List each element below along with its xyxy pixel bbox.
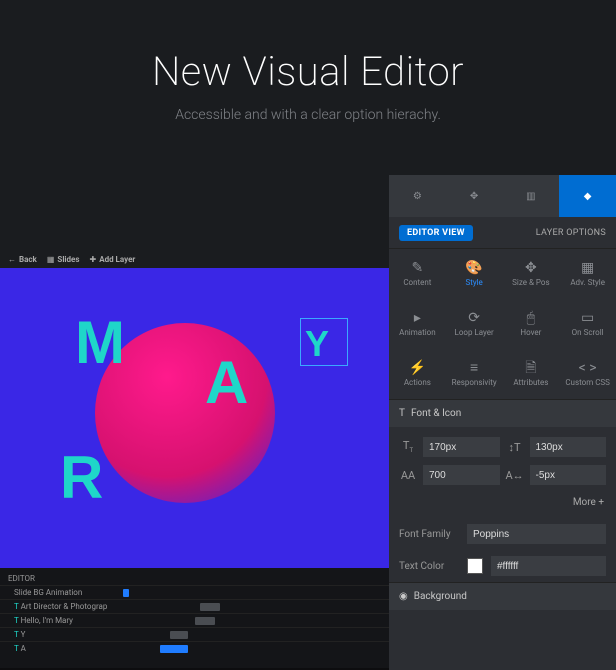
font-family-label: Font Family [399, 529, 459, 540]
hover-icon: 🖱 [527, 311, 535, 325]
font-section-header[interactable]: T Font & Icon [389, 399, 616, 427]
timeline-row-label[interactable]: T Art Director & Photograp [0, 602, 120, 611]
font-weight-icon: AA [399, 469, 417, 482]
layer-letter-m[interactable]: M [75, 308, 125, 377]
font-family-select[interactable]: Poppins [467, 524, 606, 544]
layers-icon: ◆ [584, 191, 592, 202]
tab-navigation[interactable]: ▥ [503, 175, 560, 217]
editor-preview: ← Back ▦ Slides ✚ Add Layer M A R Y EDIT… [0, 250, 395, 670]
tab-modules[interactable]: ✥ [446, 175, 503, 217]
timeline-row-label[interactable]: T Hello, I'm Mary [0, 616, 120, 625]
line-height-input[interactable] [530, 437, 607, 457]
timeline-row-label[interactable]: Slide BG Animation [0, 588, 120, 597]
adv-style-icon: ▦ [581, 261, 594, 275]
letter-spacing-input[interactable] [530, 465, 607, 485]
option-size-pos[interactable]: ✥ Size & Pos [503, 249, 560, 299]
option-loop-layer[interactable]: ⟳ Loop Layer [446, 299, 503, 349]
text-color-input[interactable] [491, 556, 606, 576]
add-layer-button[interactable]: ✚ Add Layer [89, 255, 135, 264]
canvas[interactable]: M A R Y [0, 268, 395, 568]
option-label: On Scroll [572, 328, 604, 337]
option-label: Content [403, 278, 431, 287]
timeline[interactable]: EDITOR Slide BG Animation T Art Director… [0, 568, 395, 668]
option-animation[interactable]: ▸ Animation [389, 299, 446, 349]
columns-icon: ▥ [526, 191, 535, 202]
option-responsivity[interactable]: ≡ Responsivity [446, 349, 503, 399]
option-on-scroll[interactable]: ▭ On Scroll [559, 299, 616, 349]
option-label: Loop Layer [455, 328, 494, 337]
option-grid: ✎ Content 🎨 Style ✥ Size & Pos ▦ Adv. Style ▸ Ani… [389, 249, 616, 399]
option-hover[interactable]: 🖱 Hover [503, 299, 560, 349]
option-label: Custom CSS [565, 378, 610, 387]
attributes-icon: 🗎 [525, 361, 536, 375]
layer-letter-a[interactable]: A [205, 348, 248, 417]
font-size-icon: TT [399, 439, 417, 454]
background-icon: ◉ [399, 591, 408, 602]
tab-settings[interactable]: ⚙ [389, 175, 446, 217]
tab-layers[interactable]: ◆ [559, 175, 616, 217]
text-icon: T [399, 408, 405, 419]
layer-letter-r[interactable]: R [60, 443, 103, 512]
text-color-label: Text Color [399, 561, 459, 572]
more-button[interactable]: More + [389, 495, 616, 518]
color-swatch[interactable] [467, 558, 483, 574]
size-pos-icon: ✥ [525, 261, 537, 275]
line-height-icon: ↕T [506, 441, 524, 454]
slides-button[interactable]: ▦ Slides [47, 255, 80, 264]
option-custom-css[interactable]: < > Custom CSS [559, 349, 616, 399]
gear-icon: ⚙ [413, 191, 422, 202]
timeline-row-label[interactable]: T Y [0, 630, 120, 639]
responsivity-icon: ≡ [470, 361, 478, 375]
layer-options-tab[interactable]: LAYER OPTIONS [536, 228, 606, 238]
option-content[interactable]: ✎ Content [389, 249, 446, 299]
option-label: Animation [399, 328, 436, 337]
content-icon: ✎ [412, 261, 424, 275]
option-label: Attributes [513, 378, 548, 387]
option-label: Style [465, 278, 482, 287]
actions-icon: ⚡ [409, 361, 426, 375]
timeline-head: EDITOR [8, 574, 35, 583]
option-adv-style[interactable]: ▦ Adv. Style [559, 249, 616, 299]
options-panel: ⚙ ✥ ▥ ◆ EDITOR VIEW LAYER OPTIONS ✎ Conte… [389, 175, 616, 670]
timeline-row-label[interactable]: T A [0, 644, 120, 653]
background-section-header[interactable]: ◉ Background [389, 582, 616, 610]
selection-box[interactable] [300, 318, 348, 366]
custom-css-icon: < > [579, 361, 597, 375]
page-subtitle: Accessible and with a clear option hiera… [20, 107, 596, 123]
font-weight-select[interactable]: 700 [423, 465, 500, 485]
arrows-icon: ✥ [470, 191, 478, 202]
page-title: New Visual Editor [20, 48, 596, 95]
option-style[interactable]: 🎨 Style [446, 249, 503, 299]
on-scroll-icon: ▭ [581, 311, 594, 325]
preview-toolbar: ← Back ▦ Slides ✚ Add Layer [0, 250, 395, 268]
animation-icon: ▸ [414, 311, 421, 325]
option-label: Adv. Style [570, 278, 605, 287]
loop-layer-icon: ⟳ [468, 311, 480, 325]
option-label: Actions [404, 378, 431, 387]
letter-spacing-icon: A↔ [506, 469, 524, 482]
style-icon: 🎨 [465, 261, 482, 275]
option-label: Hover [520, 328, 541, 337]
option-attributes[interactable]: 🗎 Attributes [503, 349, 560, 399]
option-label: Responsivity [452, 378, 497, 387]
font-size-input[interactable] [423, 437, 500, 457]
option-label: Size & Pos [512, 278, 549, 287]
back-button[interactable]: ← Back [8, 255, 37, 264]
option-actions[interactable]: ⚡ Actions [389, 349, 446, 399]
editor-view-tab[interactable]: EDITOR VIEW [399, 225, 473, 241]
